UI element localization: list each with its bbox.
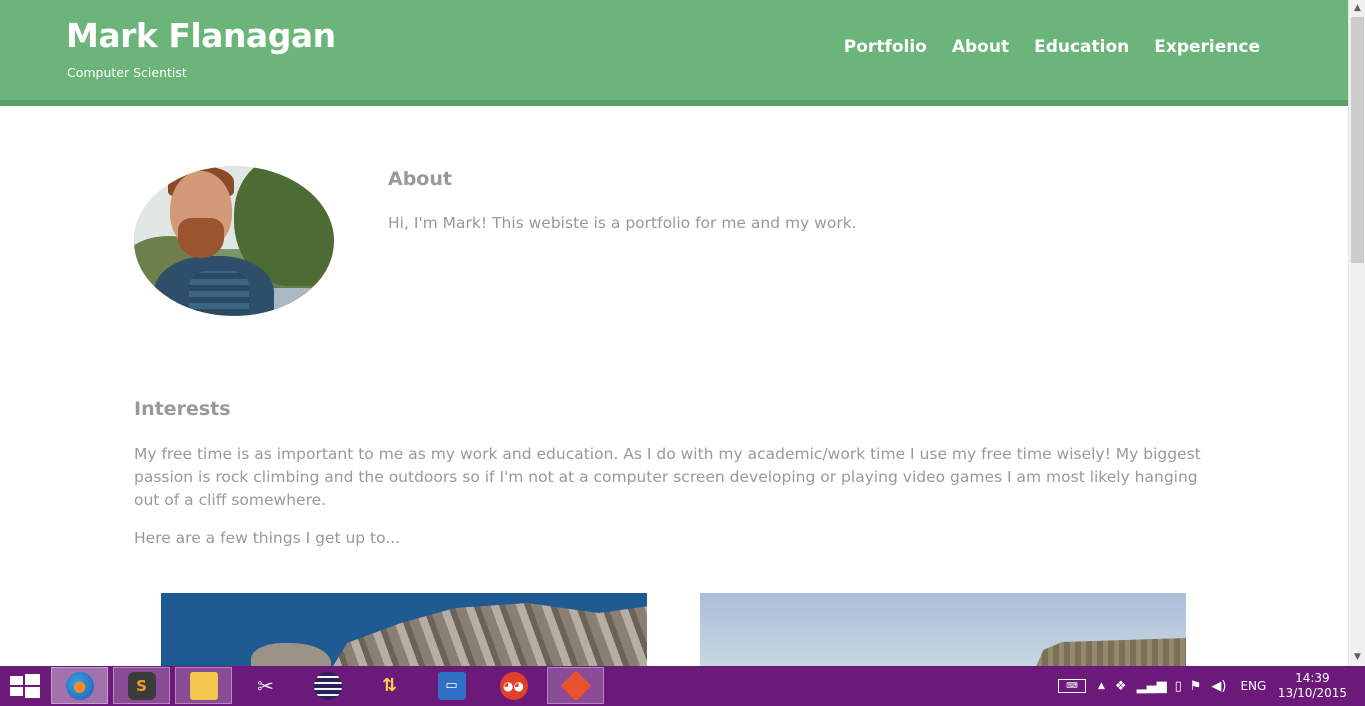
nav-about[interactable]: About (952, 37, 1009, 57)
show-hidden-icons-icon[interactable]: ▲ (1098, 681, 1105, 691)
signal-icon[interactable]: ▂▄▆ (1137, 679, 1167, 694)
scroll-up-arrow-icon[interactable]: ▲ (1349, 0, 1365, 17)
clock-date: 13/10/2015 (1277, 686, 1347, 700)
site-tagline: Computer Scientist (67, 65, 187, 80)
dropbox-icon[interactable]: ❖ (1115, 679, 1127, 694)
interests-intro: Here are a few things I get up to... (134, 529, 401, 547)
flag-icon[interactable]: ⚑ (1190, 679, 1202, 694)
climbing-photo-2 (700, 593, 1186, 666)
site-header: Mark Flanagan Computer Scientist Portfol… (0, 0, 1348, 106)
owl-app-icon[interactable]: ◕◕ (485, 667, 542, 704)
about-heading: About (388, 168, 452, 190)
snipping-tool-icon[interactable]: ✂ (237, 667, 294, 704)
remote-desktop-icon[interactable]: ▭ (423, 667, 480, 704)
scroll-thumb[interactable] (1351, 17, 1364, 263)
battery-icon[interactable]: ▯ (1175, 679, 1182, 694)
windows-taskbar: ● S ✂ ⇅ ▭ ◕◕ ⌨ ▲ ❖ ▂▄▆ ▯ ⚑ ◀) ENG 14:39 … (0, 666, 1365, 706)
network-tool-icon[interactable]: ⇅ (361, 667, 418, 704)
nav-experience[interactable]: Experience (1154, 37, 1260, 57)
file-explorer-icon[interactable] (175, 667, 232, 704)
eclipse-icon[interactable] (299, 667, 356, 704)
taskbar-clock[interactable]: 14:39 13/10/2015 (1278, 671, 1347, 701)
about-text: Hi, I'm Mark! This webiste is a portfoli… (388, 214, 857, 232)
keyboard-icon[interactable]: ⌨ (1058, 679, 1086, 693)
git-icon[interactable] (547, 667, 604, 704)
clock-time: 14:39 (1295, 671, 1330, 685)
language-indicator[interactable]: ENG (1240, 679, 1266, 693)
vertical-scrollbar[interactable]: ▲ ▼ (1348, 0, 1365, 666)
firefox-icon[interactable]: ● (51, 667, 108, 704)
profile-photo (134, 166, 334, 316)
system-tray: ⌨ ▲ ❖ ▂▄▆ ▯ ⚑ ◀) ENG (1058, 666, 1266, 706)
nav-education[interactable]: Education (1034, 37, 1129, 57)
sublime-text-icon[interactable]: S (113, 667, 170, 704)
scroll-down-arrow-icon[interactable]: ▼ (1349, 649, 1365, 666)
climbing-photo-1 (161, 593, 647, 666)
windows-start-icon[interactable] (6, 672, 40, 700)
nav-portfolio[interactable]: Portfolio (844, 37, 927, 57)
interests-text: My free time is as important to me as my… (134, 445, 1201, 509)
main-nav: Portfolio About Education Experience (844, 37, 1260, 57)
volume-icon[interactable]: ◀) (1211, 679, 1226, 694)
interests-heading: Interests (134, 398, 231, 420)
site-title[interactable]: Mark Flanagan (66, 16, 336, 55)
